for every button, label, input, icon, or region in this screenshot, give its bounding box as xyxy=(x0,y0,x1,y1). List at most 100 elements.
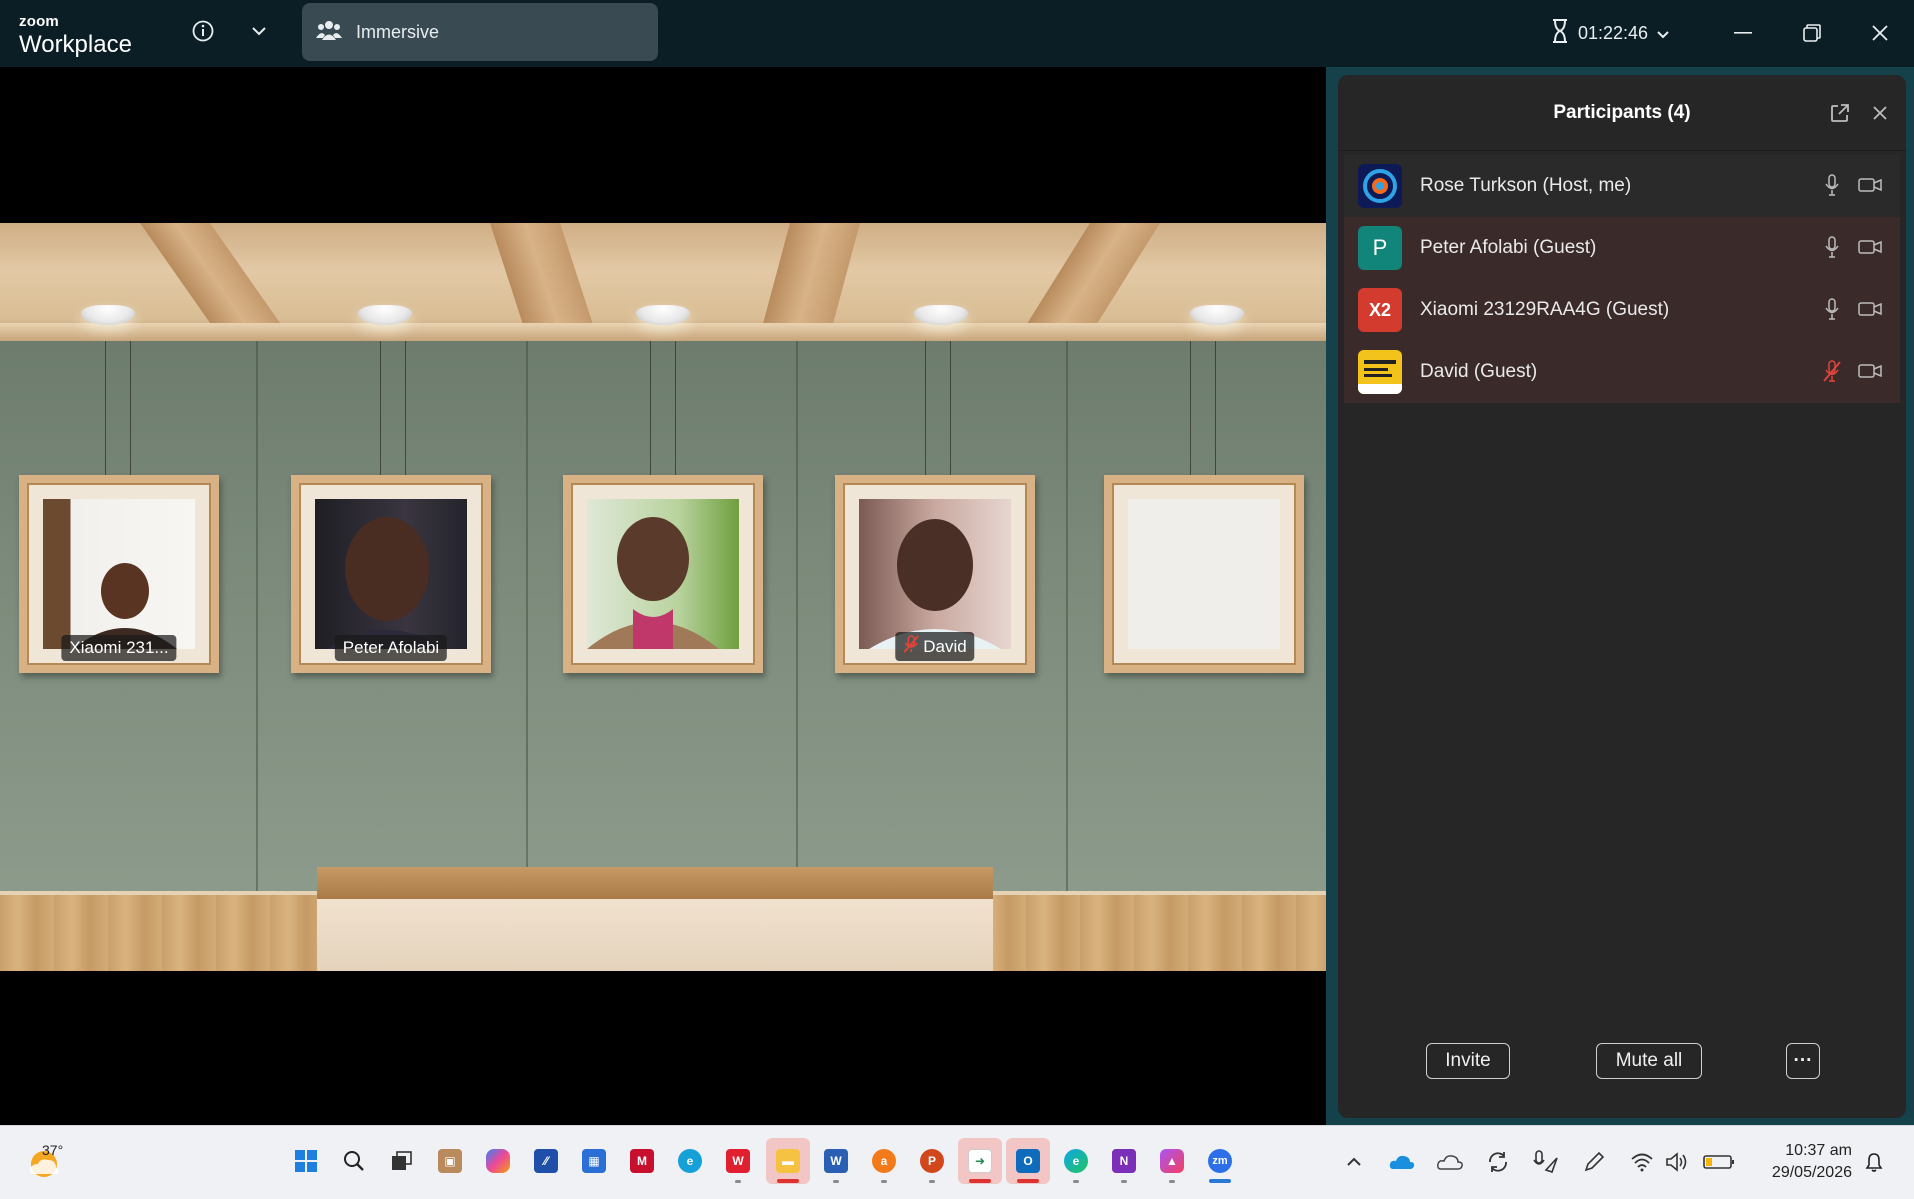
camera-icon[interactable] xyxy=(1858,234,1882,260)
powerpoint-icon[interactable]: P xyxy=(910,1138,954,1184)
mic-icon[interactable] xyxy=(1820,172,1844,198)
participant-row-rose[interactable]: Rose Turkson (Host, me) xyxy=(1344,155,1900,217)
ceiling-ledge xyxy=(0,323,1326,341)
notifications-icon[interactable] xyxy=(1860,1148,1888,1176)
close-window-button[interactable] xyxy=(1857,12,1903,54)
participants-panel-body: Participants (4) Rose Turkson (Host, me) xyxy=(1338,75,1906,1118)
wall-panel-line xyxy=(796,341,798,901)
brand-small: zoom xyxy=(19,13,59,30)
clock-time: 10:37 am xyxy=(1785,1142,1852,1159)
widgets-icon[interactable]: ▣ xyxy=(428,1138,472,1184)
camera-icon[interactable] xyxy=(1858,296,1882,322)
frame-wire xyxy=(380,341,381,481)
excel-export-icon[interactable]: ➜ xyxy=(958,1138,1002,1184)
video-tile-peter[interactable]: Peter Afolabi xyxy=(291,475,491,673)
cloud-icon[interactable] xyxy=(1436,1148,1464,1176)
zoom-window: zoom Workplace Immersive 01:22:46 Xiaomi… xyxy=(0,0,1914,1199)
system-clock[interactable]: 10:37 am 29/05/2026 xyxy=(1752,1140,1852,1184)
vs-code-icon[interactable]: ⁄⁄ xyxy=(524,1138,568,1184)
invite-button[interactable]: Invite xyxy=(1426,1043,1510,1079)
frame-wire xyxy=(1190,341,1191,481)
participants-header: Participants (4) xyxy=(1338,75,1906,151)
restore-button[interactable] xyxy=(1789,12,1835,54)
battery-icon[interactable] xyxy=(1702,1148,1736,1176)
running-indicator xyxy=(833,1180,839,1183)
word-icon[interactable]: W xyxy=(814,1138,858,1184)
chevron-up-icon[interactable] xyxy=(1340,1148,1368,1176)
active-indicator xyxy=(969,1179,991,1183)
participant-name: David (Guest) xyxy=(1420,361,1538,382)
participant-name: Peter Afolabi (Guest) xyxy=(1420,237,1597,258)
avast-icon[interactable]: a xyxy=(862,1138,906,1184)
bench-body xyxy=(317,899,993,971)
participants-footer: Invite Mute all ··· xyxy=(1338,1043,1906,1093)
mic-icon[interactable] xyxy=(1820,234,1844,260)
participant-video xyxy=(859,499,1011,649)
empty-frame xyxy=(1128,499,1280,649)
mute-all-button[interactable]: Mute all xyxy=(1596,1043,1702,1079)
search-icon[interactable] xyxy=(332,1138,376,1184)
zoom-taskbar-icon[interactable]: zm xyxy=(1198,1138,1242,1184)
clock-date: 29/05/2026 xyxy=(1771,1164,1852,1181)
edge-beta-icon[interactable]: e xyxy=(668,1138,712,1184)
running-indicator xyxy=(1121,1180,1127,1183)
microsoft-store-icon[interactable]: ▦ xyxy=(572,1138,616,1184)
participant-video xyxy=(43,499,195,649)
participant-name: Xiaomi 23129RAA4G (Guest) xyxy=(1420,299,1670,320)
running-indicator xyxy=(1169,1180,1175,1183)
video-tile-host[interactable] xyxy=(563,475,763,673)
minimize-button[interactable] xyxy=(1720,12,1766,54)
file-explorer-icon[interactable]: ▬ xyxy=(766,1138,810,1184)
mcafee-icon[interactable]: M xyxy=(620,1138,664,1184)
wps-office-icon[interactable]: W xyxy=(716,1138,760,1184)
meeting-timer[interactable]: 01:22:46 xyxy=(1550,16,1670,50)
camera-icon[interactable] xyxy=(1858,358,1882,384)
onedrive-icon[interactable] xyxy=(1388,1148,1416,1176)
participant-actions xyxy=(1820,172,1882,198)
camera-icon[interactable] xyxy=(1858,172,1882,198)
participant-video xyxy=(315,499,467,649)
video-tile-david[interactable]: David xyxy=(835,475,1035,673)
participant-list: Rose Turkson (Host, me) P Peter Afolabi … xyxy=(1344,155,1900,403)
gallery-scene: Xiaomi 231... Peter Afolabi David xyxy=(0,223,1326,971)
panel-title: Participants (4) xyxy=(1553,101,1691,123)
participant-row-xiaomi[interactable]: X2 Xiaomi 23129RAA4G (Guest) xyxy=(1344,279,1900,341)
close-panel-icon[interactable] xyxy=(1864,97,1896,129)
zoom-logo: zoom Workplace xyxy=(19,14,132,57)
frame-wire xyxy=(925,341,926,481)
edge-icon[interactable]: e xyxy=(1054,1138,1098,1184)
bench-top xyxy=(317,867,993,899)
participant-row-david[interactable]: David (Guest) xyxy=(1344,341,1900,403)
task-view-icon[interactable] xyxy=(380,1138,424,1184)
copilot-icon[interactable] xyxy=(476,1138,520,1184)
photos-icon[interactable]: ▲ xyxy=(1150,1138,1194,1184)
video-tile-xiaomi[interactable]: Xiaomi 231... xyxy=(19,475,219,673)
meeting-info-icon[interactable] xyxy=(186,14,220,48)
mic-icon[interactable] xyxy=(1820,296,1844,322)
outlook-icon[interactable]: O xyxy=(1006,1138,1050,1184)
brand-large: Workplace xyxy=(19,31,132,58)
view-selector-button[interactable]: Immersive xyxy=(302,3,658,61)
voice-access-icon[interactable] xyxy=(1532,1148,1560,1176)
active-indicator xyxy=(1209,1179,1231,1183)
title-bar: zoom Workplace Immersive 01:22:46 xyxy=(0,0,1914,67)
running-indicator xyxy=(881,1180,887,1183)
participant-row-peter[interactable]: P Peter Afolabi (Guest) xyxy=(1344,217,1900,279)
onenote-icon[interactable]: N xyxy=(1102,1138,1146,1184)
frame-wire xyxy=(405,341,406,481)
pop-out-icon[interactable] xyxy=(1824,97,1856,129)
windows-taskbar: 37° ▣ ⁄⁄ ▦ M e W ▬ W a P ➜ O e N ▲ zm 10… xyxy=(0,1125,1914,1199)
start-button[interactable] xyxy=(284,1138,328,1184)
more-options-button[interactable]: ··· xyxy=(1786,1043,1820,1079)
wall-panel-line xyxy=(256,341,258,901)
pen-icon[interactable] xyxy=(1580,1148,1608,1176)
chevron-down-icon[interactable] xyxy=(242,14,276,48)
tile-name-label: David xyxy=(895,632,975,661)
video-stage: Xiaomi 231... Peter Afolabi David xyxy=(0,67,1326,1125)
wifi-icon[interactable] xyxy=(1628,1148,1656,1176)
sync-icon[interactable] xyxy=(1484,1148,1512,1176)
wall-panel-line xyxy=(526,341,528,901)
mic-muted-icon[interactable] xyxy=(1820,358,1844,384)
participant-actions xyxy=(1820,296,1882,322)
volume-icon[interactable] xyxy=(1664,1148,1692,1176)
